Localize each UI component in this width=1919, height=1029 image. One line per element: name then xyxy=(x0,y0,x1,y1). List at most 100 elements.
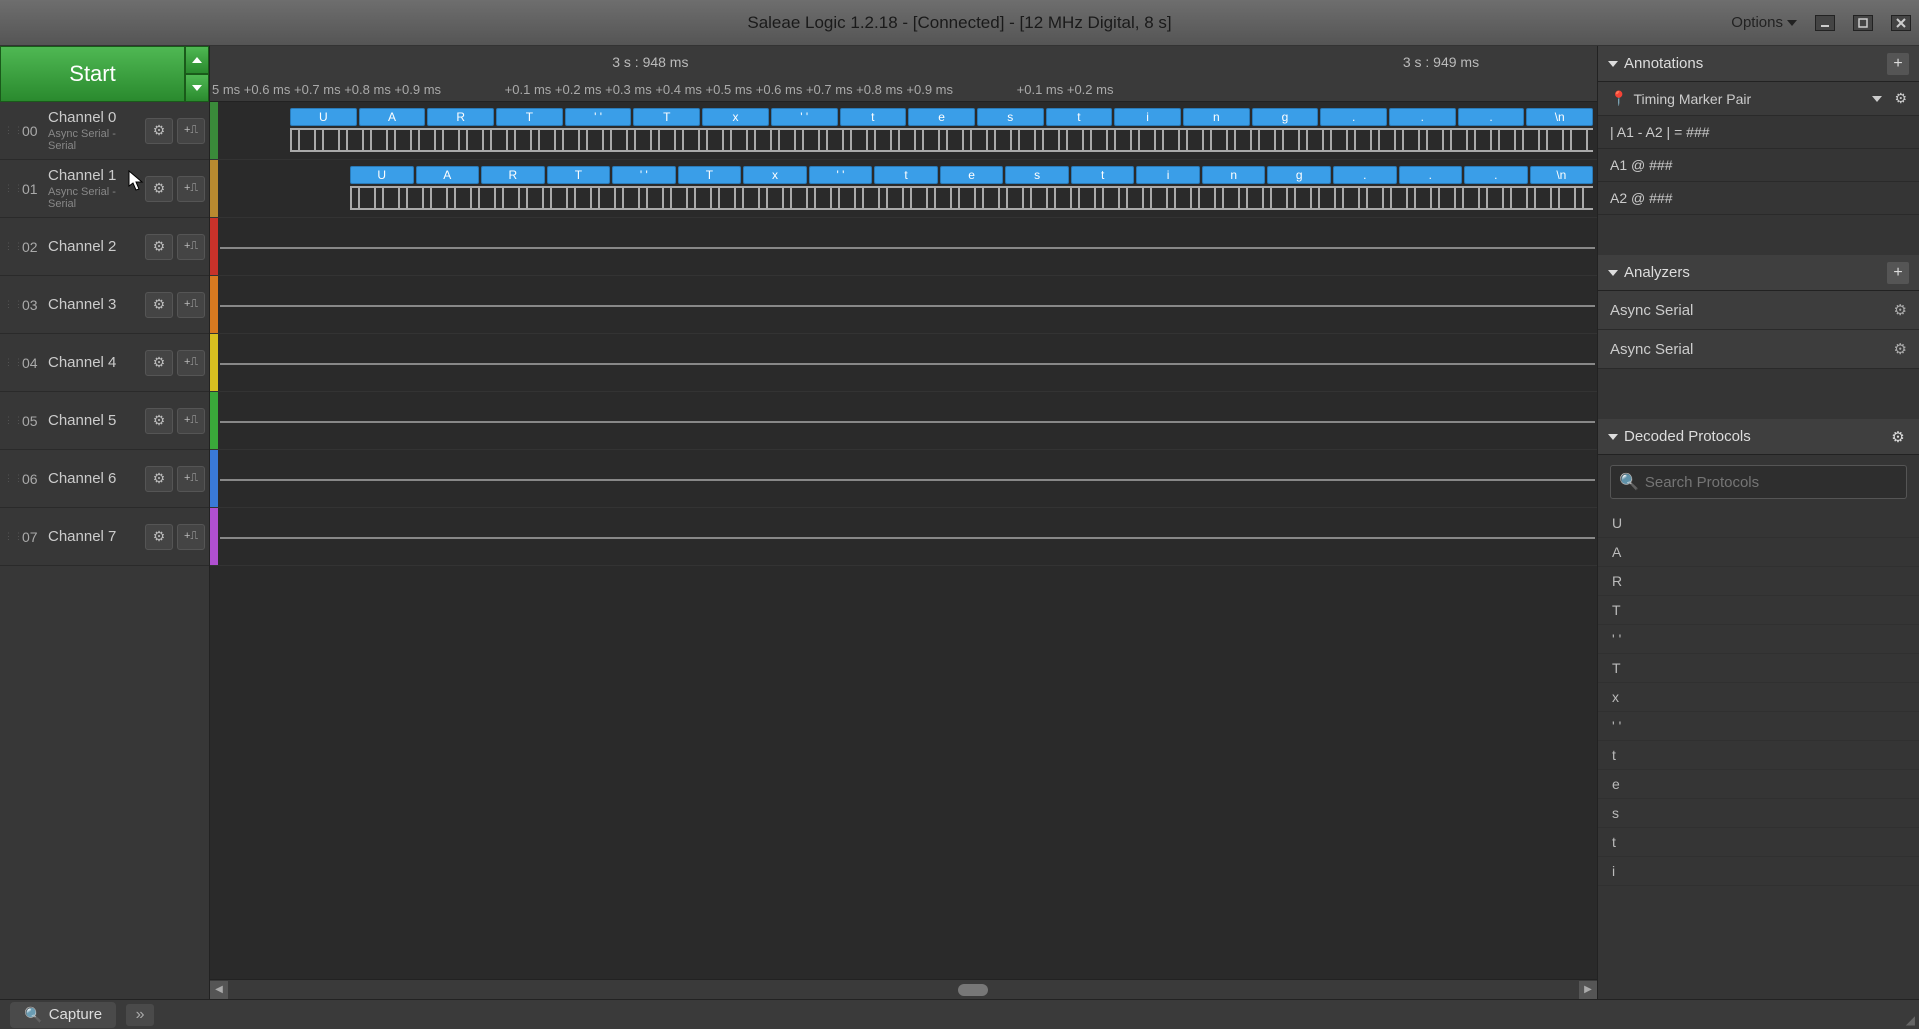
decoded-item[interactable]: ' ' xyxy=(1598,712,1919,741)
channel-row[interactable]: ⋮⋮ 03 Channel 3 ⚙ +⎍ xyxy=(0,276,209,334)
channel-settings-button[interactable]: ⚙ xyxy=(145,292,173,318)
drag-grip-icon[interactable]: ⋮⋮ xyxy=(4,531,18,542)
drag-grip-icon[interactable]: ⋮⋮ xyxy=(4,473,18,484)
drag-grip-icon[interactable]: ⋮⋮ xyxy=(4,183,18,194)
channel-trigger-button[interactable]: +⎍ xyxy=(177,524,205,550)
close-button[interactable] xyxy=(1891,15,1911,31)
digital-waveform-flat xyxy=(220,421,1595,423)
protocol-byte: A xyxy=(416,166,480,184)
channel-trigger-button[interactable]: +⎍ xyxy=(177,408,205,434)
waveform-channel-strip[interactable] xyxy=(210,334,1597,392)
waveform-channel-strip[interactable]: UART' 'Tx' 'testing...\n xyxy=(210,102,1597,160)
decoded-item[interactable]: x xyxy=(1598,683,1919,712)
add-analyzer-button[interactable]: + xyxy=(1887,262,1909,284)
decoded-results-list[interactable]: UART' 'Tx' 'testi xyxy=(1598,509,1919,999)
waveform-channel-strip[interactable] xyxy=(210,450,1597,508)
drag-grip-icon[interactable]: ⋮⋮ xyxy=(4,299,18,310)
channel-settings-button[interactable]: ⚙ xyxy=(145,350,173,376)
channel-trigger-button[interactable]: +⎍ xyxy=(177,466,205,492)
decoded-item[interactable]: T xyxy=(1598,596,1919,625)
scroll-right-button[interactable]: ▶ xyxy=(1579,981,1597,999)
channel-row[interactable]: ⋮⋮ 06 Channel 6 ⚙ +⎍ xyxy=(0,450,209,508)
scroll-left-button[interactable]: ◀ xyxy=(210,981,228,999)
protocol-byte: R xyxy=(481,166,545,184)
horizontal-scrollbar[interactable]: ◀ ▶ xyxy=(210,979,1597,999)
channel-row[interactable]: ⋮⋮ 05 Channel 5 ⚙ +⎍ xyxy=(0,392,209,450)
minimize-button[interactable] xyxy=(1815,15,1835,31)
timing-marker-pair-row[interactable]: 📍 Timing Marker Pair ⚙ xyxy=(1598,82,1919,116)
decoded-item[interactable]: s xyxy=(1598,799,1919,828)
decoded-item[interactable]: A xyxy=(1598,538,1919,567)
channel-color-bar xyxy=(210,218,218,275)
waveform-channel-strip[interactable] xyxy=(210,392,1597,450)
waveform-view[interactable]: 3 s : 948 ms3 s : 949 ms 5 ms +0.6 ms +0… xyxy=(210,46,1597,999)
channel-row[interactable]: ⋮⋮ 07 Channel 7 ⚙ +⎍ xyxy=(0,508,209,566)
decoded-item[interactable]: i xyxy=(1598,857,1919,886)
channel-trigger-button[interactable]: +⎍ xyxy=(177,350,205,376)
options-menu[interactable]: Options xyxy=(1731,14,1797,31)
search-protocols-input[interactable] xyxy=(1645,474,1898,491)
decoded-item[interactable]: t xyxy=(1598,828,1919,857)
decoded-protocols-header[interactable]: Decoded Protocols ⚙ xyxy=(1598,419,1919,455)
add-annotation-button[interactable]: + xyxy=(1887,53,1909,75)
analyzer-item[interactable]: Async Serial⚙ xyxy=(1598,330,1919,369)
gear-icon[interactable]: ⚙ xyxy=(1894,340,1907,358)
decoded-item[interactable]: R xyxy=(1598,567,1919,596)
protocol-byte: s xyxy=(977,108,1044,126)
channel-trigger-button[interactable]: +⎍ xyxy=(177,292,205,318)
collapse-icon xyxy=(1608,270,1618,276)
decoded-item[interactable]: e xyxy=(1598,770,1919,799)
search-icon: 🔍 xyxy=(1619,472,1639,492)
chevron-down-icon xyxy=(1872,96,1882,102)
channel-settings-button[interactable]: ⚙ xyxy=(145,524,173,550)
channel-name: Channel 7 xyxy=(48,528,141,545)
start-increment[interactable] xyxy=(185,46,209,74)
right-sidebar: Annotations + 📍 Timing Marker Pair ⚙ | A… xyxy=(1597,46,1919,999)
decoded-settings-button[interactable]: ⚙ xyxy=(1887,426,1909,448)
channel-settings-button[interactable]: ⚙ xyxy=(145,234,173,260)
waveform-channel-strip[interactable] xyxy=(210,508,1597,566)
time-ruler: 3 s : 948 ms3 s : 949 ms 5 ms +0.6 ms +0… xyxy=(210,46,1597,102)
tab-overflow-button[interactable]: » xyxy=(126,1004,154,1026)
channel-settings-button[interactable]: ⚙ xyxy=(145,118,173,144)
channel-row[interactable]: ⋮⋮ 04 Channel 4 ⚙ +⎍ xyxy=(0,334,209,392)
search-protocols-box[interactable]: 🔍 xyxy=(1610,465,1907,499)
channel-row[interactable]: ⋮⋮ 00 Channel 0 Async Serial - Serial ⚙ … xyxy=(0,102,209,160)
analyzers-header[interactable]: Analyzers + xyxy=(1598,255,1919,291)
waveform-channel-strip[interactable] xyxy=(210,276,1597,334)
channel-trigger-button[interactable]: +⎍ xyxy=(177,118,205,144)
channel-row[interactable]: ⋮⋮ 01 Channel 1 Async Serial - Serial ⚙ … xyxy=(0,160,209,218)
drag-grip-icon[interactable]: ⋮⋮ xyxy=(4,357,18,368)
decoded-item[interactable]: ' ' xyxy=(1598,625,1919,654)
protocol-byte: t xyxy=(840,108,907,126)
drag-grip-icon[interactable]: ⋮⋮ xyxy=(4,415,18,426)
start-decrement[interactable] xyxy=(185,74,209,102)
channel-settings-button[interactable]: ⚙ xyxy=(145,176,173,202)
capture-label: Capture xyxy=(49,1006,102,1023)
channel-trigger-button[interactable]: +⎍ xyxy=(177,234,205,260)
protocol-byte: . xyxy=(1464,166,1528,184)
digital-waveform-flat xyxy=(220,537,1595,539)
channel-row[interactable]: ⋮⋮ 02 Channel 2 ⚙ +⎍ xyxy=(0,218,209,276)
annotations-header[interactable]: Annotations + xyxy=(1598,46,1919,82)
channel-settings-button[interactable]: ⚙ xyxy=(145,408,173,434)
drag-grip-icon[interactable]: ⋮⋮ xyxy=(4,125,18,136)
decoded-item[interactable]: t xyxy=(1598,741,1919,770)
decoded-item[interactable]: T xyxy=(1598,654,1919,683)
analyzer-item[interactable]: Async Serial⚙ xyxy=(1598,291,1919,330)
capture-tab[interactable]: 🔍 Capture xyxy=(10,1002,116,1028)
scroll-thumb[interactable] xyxy=(958,984,988,996)
gear-icon[interactable]: ⚙ xyxy=(1894,90,1907,107)
channel-trigger-button[interactable]: +⎍ xyxy=(177,176,205,202)
drag-grip-icon[interactable]: ⋮⋮ xyxy=(4,241,18,252)
start-button[interactable]: Start xyxy=(0,46,185,102)
marker-diff-row: | A1 - A2 | = ### xyxy=(1598,116,1919,149)
scroll-track[interactable] xyxy=(228,984,1579,996)
maximize-button[interactable] xyxy=(1853,15,1873,31)
decoded-item[interactable]: U xyxy=(1598,509,1919,538)
digital-waveform-flat xyxy=(220,479,1595,481)
channel-settings-button[interactable]: ⚙ xyxy=(145,466,173,492)
waveform-channel-strip[interactable]: UART' 'Tx' 'testing...\n xyxy=(210,160,1597,218)
waveform-channel-strip[interactable] xyxy=(210,218,1597,276)
gear-icon[interactable]: ⚙ xyxy=(1894,301,1907,319)
